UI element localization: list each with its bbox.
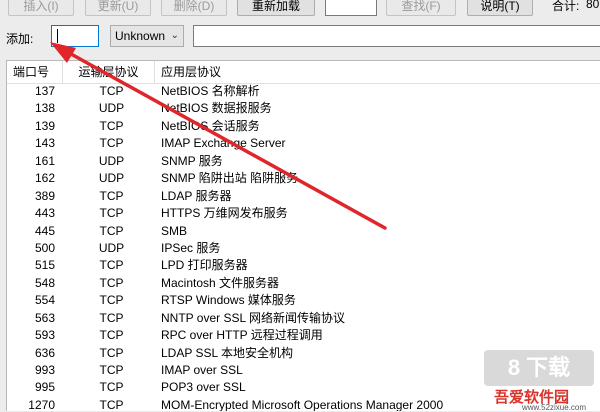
row-application: LPD 打印服务器 (161, 258, 248, 273)
row-port: 548 (34, 275, 55, 290)
row-port: 993 (34, 363, 55, 377)
table-row[interactable]: 554 TCP RTSP Windows 媒体服务 (7, 292, 600, 309)
total-label: 合计: (552, 0, 580, 13)
table-row[interactable]: 500 UDP IPSec 服务 (7, 240, 600, 257)
row-transport: TCP (99, 275, 124, 290)
row-port: 445 (34, 223, 55, 238)
chevron-down-icon: ⌄ (170, 30, 179, 41)
row-port: 593 (34, 328, 55, 343)
row-application: Macintosh 文件服务器 (161, 275, 280, 290)
table-row[interactable]: 563 TCP NNTP over SSL 网络新闻传输协议 (7, 310, 600, 327)
row-transport: TCP (99, 223, 124, 238)
row-application: RPC over HTTP 远程过程调用 (161, 328, 323, 343)
row-transport: TCP (99, 84, 124, 98)
row-port: 554 (34, 293, 55, 308)
row-transport: TCP (99, 397, 124, 411)
row-transport: TCP (99, 310, 124, 325)
find-input[interactable] (325, 0, 377, 16)
protocol-select[interactable]: Unknown ⌄ (110, 25, 184, 47)
row-transport: TCP (99, 188, 124, 203)
reload-button[interactable]: 重新加载 (237, 0, 315, 16)
watermark-badge: 8 下载 (484, 350, 594, 386)
row-port: 137 (34, 84, 55, 98)
row-transport: TCP (99, 293, 124, 308)
row-transport: UDP (98, 171, 125, 186)
table-row[interactable]: 443 TCP HTTPS 万维网发布服务 (7, 205, 600, 222)
row-application: HTTPS 万维网发布服务 (161, 206, 288, 221)
row-transport: TCP (99, 363, 124, 377)
row-port: 389 (34, 188, 55, 203)
row-transport: TCP (99, 258, 124, 273)
row-application: IMAP Exchange Server (161, 136, 286, 151)
row-port: 636 (34, 345, 55, 360)
row-application: MOM-Encrypted Microsoft Operations Manag… (161, 397, 444, 411)
row-application: NetBIOS 数据报服务 (161, 101, 272, 116)
row-transport: UDP (98, 240, 125, 255)
row-port: 500 (34, 240, 55, 255)
row-application: SNMP 服务 (161, 153, 223, 168)
watermark-logo: 8 下载 吾爱软件园 www.52zixue.com (480, 348, 600, 412)
row-transport: UDP (98, 153, 125, 168)
table-row[interactable]: 137 TCP NetBIOS 名称解析 (7, 83, 600, 100)
row-transport: TCP (99, 345, 124, 360)
description-input[interactable] (193, 25, 600, 47)
table-row[interactable]: 143 TCP IMAP Exchange Server (7, 135, 600, 152)
row-transport: TCP (99, 206, 124, 221)
row-application: NetBIOS 会话服务 (161, 118, 260, 133)
watermark-site: www.52zixue.com (522, 403, 587, 412)
toolbar: 插入(I) 更新(U) 删除(D) 重新加载 查找(F) 说明(T) 合计: 8… (0, 0, 600, 20)
list-header: 端口号 运输层协议 应用层协议 (7, 61, 600, 84)
row-port: 138 (34, 101, 55, 116)
row-port: 1270 (28, 397, 55, 411)
protocol-select-value: Unknown (115, 29, 166, 43)
row-application: RTSP Windows 媒体服务 (161, 293, 296, 308)
text-caret (57, 29, 58, 43)
table-row[interactable]: 138 UDP NetBIOS 数据报服务 (7, 100, 600, 117)
table-row[interactable]: 593 TCP RPC over HTTP 远程过程调用 (7, 327, 600, 344)
row-port: 443 (34, 206, 55, 221)
row-application: SNMP 陷阱出站 陷阱服务 (161, 171, 299, 186)
table-row[interactable]: 445 TCP SMB (7, 223, 600, 240)
row-transport: UDP (98, 101, 125, 116)
row-application: POP3 over SSL (161, 380, 246, 395)
header-transport[interactable]: 运输层协议 (63, 61, 155, 83)
table-row[interactable]: 515 TCP LPD 打印服务器 (7, 257, 600, 274)
row-port: 995 (34, 380, 55, 395)
table-row[interactable]: 389 TCP LDAP 服务器 (7, 188, 600, 205)
header-application[interactable]: 应用层协议 (155, 61, 600, 83)
row-transport: TCP (99, 118, 124, 133)
row-application: IMAP over SSL (161, 363, 243, 377)
row-application: NNTP over SSL 网络新闻传输协议 (161, 310, 346, 325)
insert-button[interactable]: 插入(I) (8, 0, 74, 16)
add-label: 添加: (6, 32, 34, 46)
row-application: LDAP SSL 本地安全机构 (161, 345, 294, 360)
total-value: 80 (586, 0, 600, 11)
row-transport: TCP (99, 380, 124, 395)
row-port: 161 (34, 153, 55, 168)
row-port: 143 (34, 136, 55, 151)
row-port: 162 (34, 171, 55, 186)
row-transport: TCP (99, 328, 124, 343)
table-row[interactable]: 161 UDP SNMP 服务 (7, 153, 600, 170)
update-button[interactable]: 更新(U) (85, 0, 151, 16)
row-transport: TCP (99, 136, 124, 151)
row-application: SMB (161, 223, 188, 238)
row-port: 515 (34, 258, 55, 273)
find-button[interactable]: 查找(F) (386, 0, 456, 16)
delete-button[interactable]: 删除(D) (161, 0, 227, 16)
table-row[interactable]: 162 UDP SNMP 陷阱出站 陷阱服务 (7, 170, 600, 187)
row-application: LDAP 服务器 (161, 188, 232, 203)
table-row[interactable]: 139 TCP NetBIOS 会话服务 (7, 118, 600, 135)
row-port: 139 (34, 118, 55, 133)
table-row[interactable]: 548 TCP Macintosh 文件服务器 (7, 275, 600, 292)
add-row: 添加: Unknown ⌄ (0, 22, 600, 52)
row-application: NetBIOS 名称解析 (161, 84, 260, 98)
help-button[interactable]: 说明(T) (467, 0, 533, 16)
port-input[interactable] (51, 25, 99, 47)
header-port[interactable]: 端口号 (7, 61, 63, 83)
row-application: IPSec 服务 (161, 240, 221, 255)
row-port: 563 (34, 310, 55, 325)
